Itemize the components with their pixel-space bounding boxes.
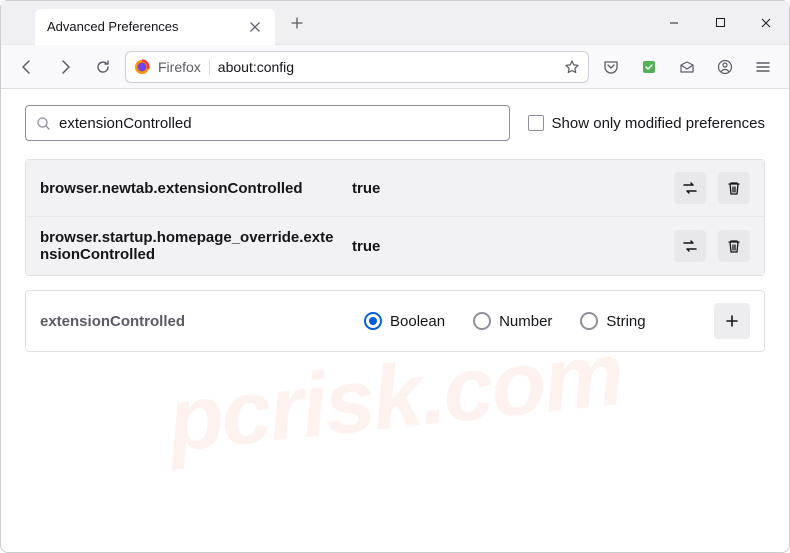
menu-icon[interactable] [747,51,779,83]
content-area: Show only modified preferences browser.n… [1,89,789,368]
radio-icon [364,312,382,330]
delete-button[interactable] [718,230,750,262]
browser-tab[interactable]: Advanced Preferences [35,9,275,45]
search-icon [36,116,51,131]
radio-label: Boolean [390,313,445,330]
account-icon[interactable] [709,51,741,83]
table-row: browser.startup.homepage_override.extens… [26,216,764,275]
search-row: Show only modified preferences [25,105,765,141]
url-text: about:config [218,59,556,75]
toolbar: Firefox about:config [1,45,789,89]
url-label: Firefox [158,59,210,75]
extension-icon[interactable] [633,51,665,83]
inbox-icon[interactable] [671,51,703,83]
add-button[interactable] [714,303,750,339]
results-table: browser.newtab.extensionControlled true … [25,159,765,276]
radio-label: String [606,313,645,330]
new-tab-button[interactable] [281,7,313,39]
delete-button[interactable] [718,172,750,204]
pref-value: true [352,180,662,197]
radio-icon [580,312,598,330]
table-row: browser.newtab.extensionControlled true [26,160,764,216]
forward-button[interactable] [49,51,81,83]
firefox-icon [134,59,150,75]
close-window-button[interactable] [743,1,789,45]
back-button[interactable] [11,51,43,83]
url-bar[interactable]: Firefox about:config [125,51,589,83]
search-input[interactable] [59,115,499,132]
toggle-button[interactable] [674,230,706,262]
type-radios: Boolean Number String [364,312,690,330]
minimize-button[interactable] [651,1,697,45]
pref-name: browser.startup.homepage_override.extens… [40,229,340,263]
pref-value: true [352,238,662,255]
close-tab-icon[interactable] [247,19,263,35]
pocket-icon[interactable] [595,51,627,83]
radio-string[interactable]: String [580,312,645,330]
titlebar: Advanced Preferences [1,1,789,45]
radio-number[interactable]: Number [473,312,552,330]
tab-title: Advanced Preferences [47,19,239,34]
show-modified-checkbox[interactable]: Show only modified preferences [528,115,765,132]
reload-button[interactable] [87,51,119,83]
radio-label: Number [499,313,552,330]
checkbox-icon [528,115,544,131]
bookmark-star-icon[interactable] [564,59,580,75]
toggle-button[interactable] [674,172,706,204]
pref-name: browser.newtab.extensionControlled [40,180,340,197]
search-box[interactable] [25,105,510,141]
checkbox-label: Show only modified preferences [552,115,765,132]
radio-boolean[interactable]: Boolean [364,312,445,330]
maximize-button[interactable] [697,1,743,45]
new-pref-name: extensionControlled [40,313,340,330]
radio-icon [473,312,491,330]
add-pref-row: extensionControlled Boolean Number Strin… [25,290,765,352]
window-controls [651,1,789,45]
